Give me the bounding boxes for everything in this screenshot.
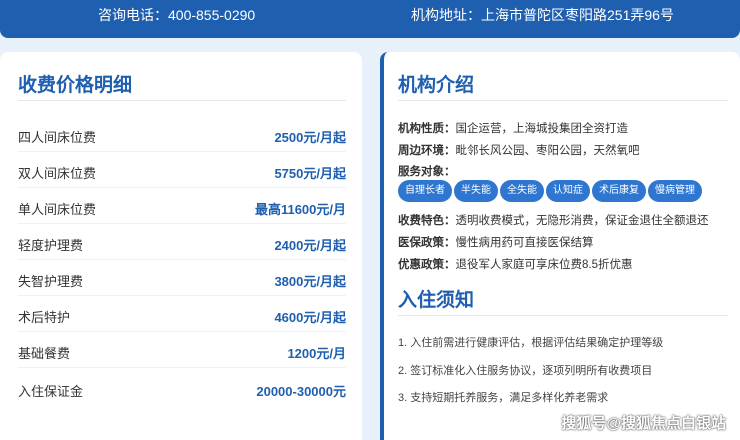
pricing-title: 收费价格明细: [18, 75, 133, 96]
insurance-text: 慢性病用药可直接医保结算: [455, 237, 594, 249]
watermark: 搜狐号@搜狐焦点白银站: [561, 415, 726, 432]
price-value: 4600元/月起: [274, 310, 346, 325]
price-name: 失智护理费: [18, 274, 84, 289]
contact-bar: 咨询电话：400-855-0290 机构地址：上海市普陀区枣阳路251弄96号: [0, 0, 740, 38]
price-name: 基础餐费: [18, 346, 71, 361]
price-value: 3800元/月起: [274, 274, 346, 289]
nature-text: 国企运营，上海城投集团全资打造: [455, 123, 629, 135]
service-tag[interactable]: 自理长者: [398, 180, 452, 202]
notice-item: 1. 入住前需进行健康评估，根据评估结果确定护理等级: [398, 337, 664, 349]
env-text: 毗邻长风公园、枣阳公园，天然氧吧: [455, 145, 640, 157]
price-value: 2400元/月起: [274, 238, 346, 253]
insurance-label: 医保政策：: [398, 237, 456, 249]
contact-phone[interactable]: 咨询电话：400-855-0290: [98, 5, 255, 25]
price-value: 20000-30000元: [256, 384, 346, 399]
price-name: 单人间床位费: [18, 202, 97, 217]
env-line: 周边环境：毗邻长风公园、枣阳公园，天然氧吧: [398, 142, 640, 158]
price-value: 最高11600元/月: [254, 202, 346, 217]
intro-card: 机构介绍 机构性质：国企运营，上海城投集团全资打造 周边环境：毗邻长风公园、枣阳…: [380, 52, 740, 440]
price-row: 入住保证金 20000-30000元: [18, 370, 346, 406]
price-name: 入住保证金: [18, 384, 84, 399]
env-label: 周边环境：: [398, 145, 456, 157]
feature-line: 收费特色：透明收费模式，无隐形消费，保证金退住全额退还: [398, 212, 709, 228]
contact-address: 机构地址：上海市普陀区枣阳路251弄96号: [411, 7, 674, 23]
pricing-title-divider: [18, 100, 346, 101]
price-value: 1200元/月: [287, 346, 346, 361]
discount-line: 优惠政策：退役军人家庭可享床位费8.5折优惠: [398, 256, 633, 272]
price-row: 基础餐费 1200元/月: [18, 332, 346, 368]
intro-title: 机构介绍: [398, 75, 475, 96]
price-name: 双人间床位费: [18, 166, 97, 181]
nature-label: 机构性质：: [398, 123, 456, 135]
price-name: 术后特护: [18, 310, 71, 325]
notice-item: 2. 签订标准化入住服务协议，逐项列明所有收费项目: [398, 365, 653, 377]
price-name: 轻度护理费: [18, 238, 84, 253]
intro-title-divider: [398, 100, 728, 101]
pricing-card: 收费价格明细 四人间床位费 2500元/月起 双人间床位费 5750元/月起 单…: [0, 52, 362, 440]
nature-line: 机构性质：国企运营，上海城投集团全资打造: [398, 120, 628, 136]
notice-title: 入住须知: [398, 290, 475, 311]
price-row: 轻度护理费 2400元/月起: [18, 224, 346, 260]
feature-text: 透明收费模式，无隐形消费，保证金退住全额退还: [455, 215, 709, 227]
service-tag[interactable]: 半失能: [454, 180, 498, 202]
price-row: 双人间床位费 5750元/月起: [18, 152, 346, 188]
discount-text: 退役军人家庭可享床位费8.5折优惠: [455, 259, 633, 271]
price-row: 术后特护 4600元/月起: [18, 296, 346, 332]
service-tag[interactable]: 慢病管理: [648, 180, 702, 202]
price-value: 5750元/月起: [274, 166, 346, 181]
price-row: 失智护理费 3800元/月起: [18, 260, 346, 296]
notice-item: 3. 支持短期托养服务，满足多样化养老需求: [398, 392, 609, 404]
service-tag[interactable]: 术后康复: [592, 180, 646, 202]
insurance-line: 医保政策：慢性病用药可直接医保结算: [398, 234, 594, 250]
price-row: 单人间床位费 最高11600元/月: [18, 188, 346, 224]
service-label: 服务对象：: [398, 166, 456, 178]
price-value: 2500元/月起: [274, 130, 346, 145]
service-line: 服务对象：: [398, 163, 456, 179]
feature-label: 收费特色：: [398, 215, 456, 227]
notice-title-divider: [398, 315, 728, 316]
service-tag[interactable]: 全失能: [500, 180, 544, 202]
service-tag[interactable]: 认知症: [546, 180, 590, 202]
price-row: 四人间床位费 2500元/月起: [18, 116, 346, 152]
discount-label: 优惠政策：: [398, 259, 456, 271]
price-name: 四人间床位费: [18, 130, 97, 145]
